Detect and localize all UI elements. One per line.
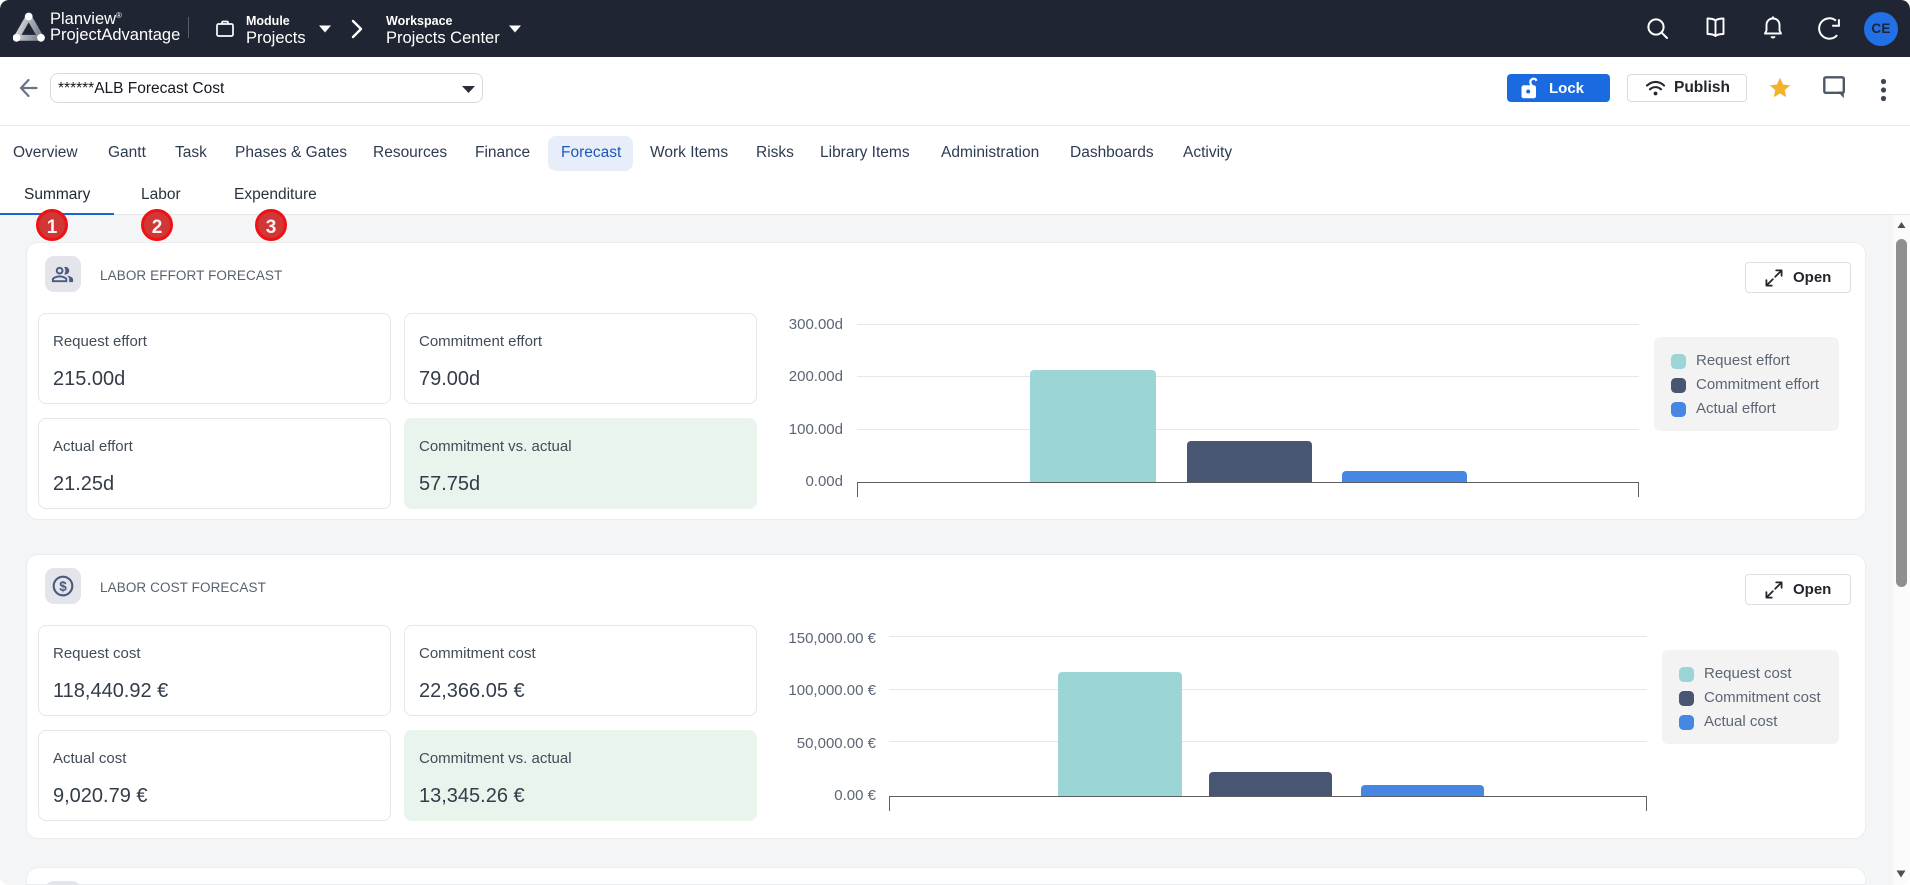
svg-text:$: $ — [59, 579, 67, 594]
